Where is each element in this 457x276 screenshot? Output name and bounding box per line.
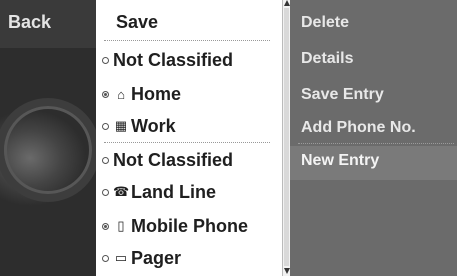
menu-item-details[interactable]: Details [301, 50, 353, 68]
radio-icon [102, 156, 109, 164]
mobile-icon: ▯ [117, 218, 125, 233]
list-item-land-line[interactable]: ☎ Land Line [96, 176, 282, 208]
list-item-label: Mobile Phone [131, 215, 248, 236]
controller-ring-graphic [4, 106, 92, 194]
menu-item-save-entry[interactable]: Save Entry [301, 86, 384, 104]
list-item-mobile-phone[interactable]: ▯ Mobile Phone [96, 210, 282, 242]
list-item-home[interactable]: ⌂ Home [96, 78, 282, 110]
radio-icon [102, 122, 109, 130]
list-item-pager[interactable]: ▭ Pager [96, 242, 282, 274]
menu-separator [298, 143, 454, 144]
list-item-label: Land Line [131, 181, 216, 202]
radio-icon [102, 254, 109, 262]
background-image [0, 48, 96, 276]
menu-item-delete[interactable]: Delete [301, 14, 349, 32]
radio-selected-icon [102, 90, 109, 98]
list-item-not-classified[interactable]: Not Classified [96, 44, 282, 76]
menu-item-add-phone-no[interactable]: Add Phone No. [301, 119, 416, 137]
list-item-work[interactable]: ▦ Work [96, 110, 282, 142]
back-button[interactable]: Back [8, 12, 51, 33]
radio-icon [102, 188, 109, 196]
separator [104, 142, 270, 143]
list-item-label: Pager [131, 247, 182, 268]
list-item-label: Home [131, 83, 182, 104]
separator [104, 40, 270, 41]
radio-selected-icon [102, 222, 109, 230]
phone-icon: ☎ [113, 184, 130, 199]
pager-icon: ▭ [114, 250, 128, 265]
list-item-label: Not Classified [113, 49, 234, 70]
list-item-label: Not Classified [113, 149, 234, 170]
navigation-screen: Back Save Not Classified ⌂ Home ▦ Work N… [0, 0, 457, 276]
work-icon: ▦ [114, 118, 128, 133]
scroll-thumb[interactable] [284, 8, 289, 266]
list-item-not-classified[interactable]: Not Classified [96, 144, 282, 176]
save-label: Save [116, 11, 159, 32]
list-item-label: Work [131, 115, 176, 136]
category-list-panel: Save Not Classified ⌂ Home ▦ Work Not Cl… [96, 0, 282, 276]
options-menu: Delete Details Save Entry Add Phone No. … [290, 0, 457, 276]
home-icon: ⌂ [117, 86, 125, 102]
back-area[interactable]: Back [0, 0, 96, 276]
save-item[interactable]: Save [96, 6, 282, 38]
radio-icon [102, 56, 109, 64]
menu-item-new-entry[interactable]: New Entry [301, 152, 379, 170]
